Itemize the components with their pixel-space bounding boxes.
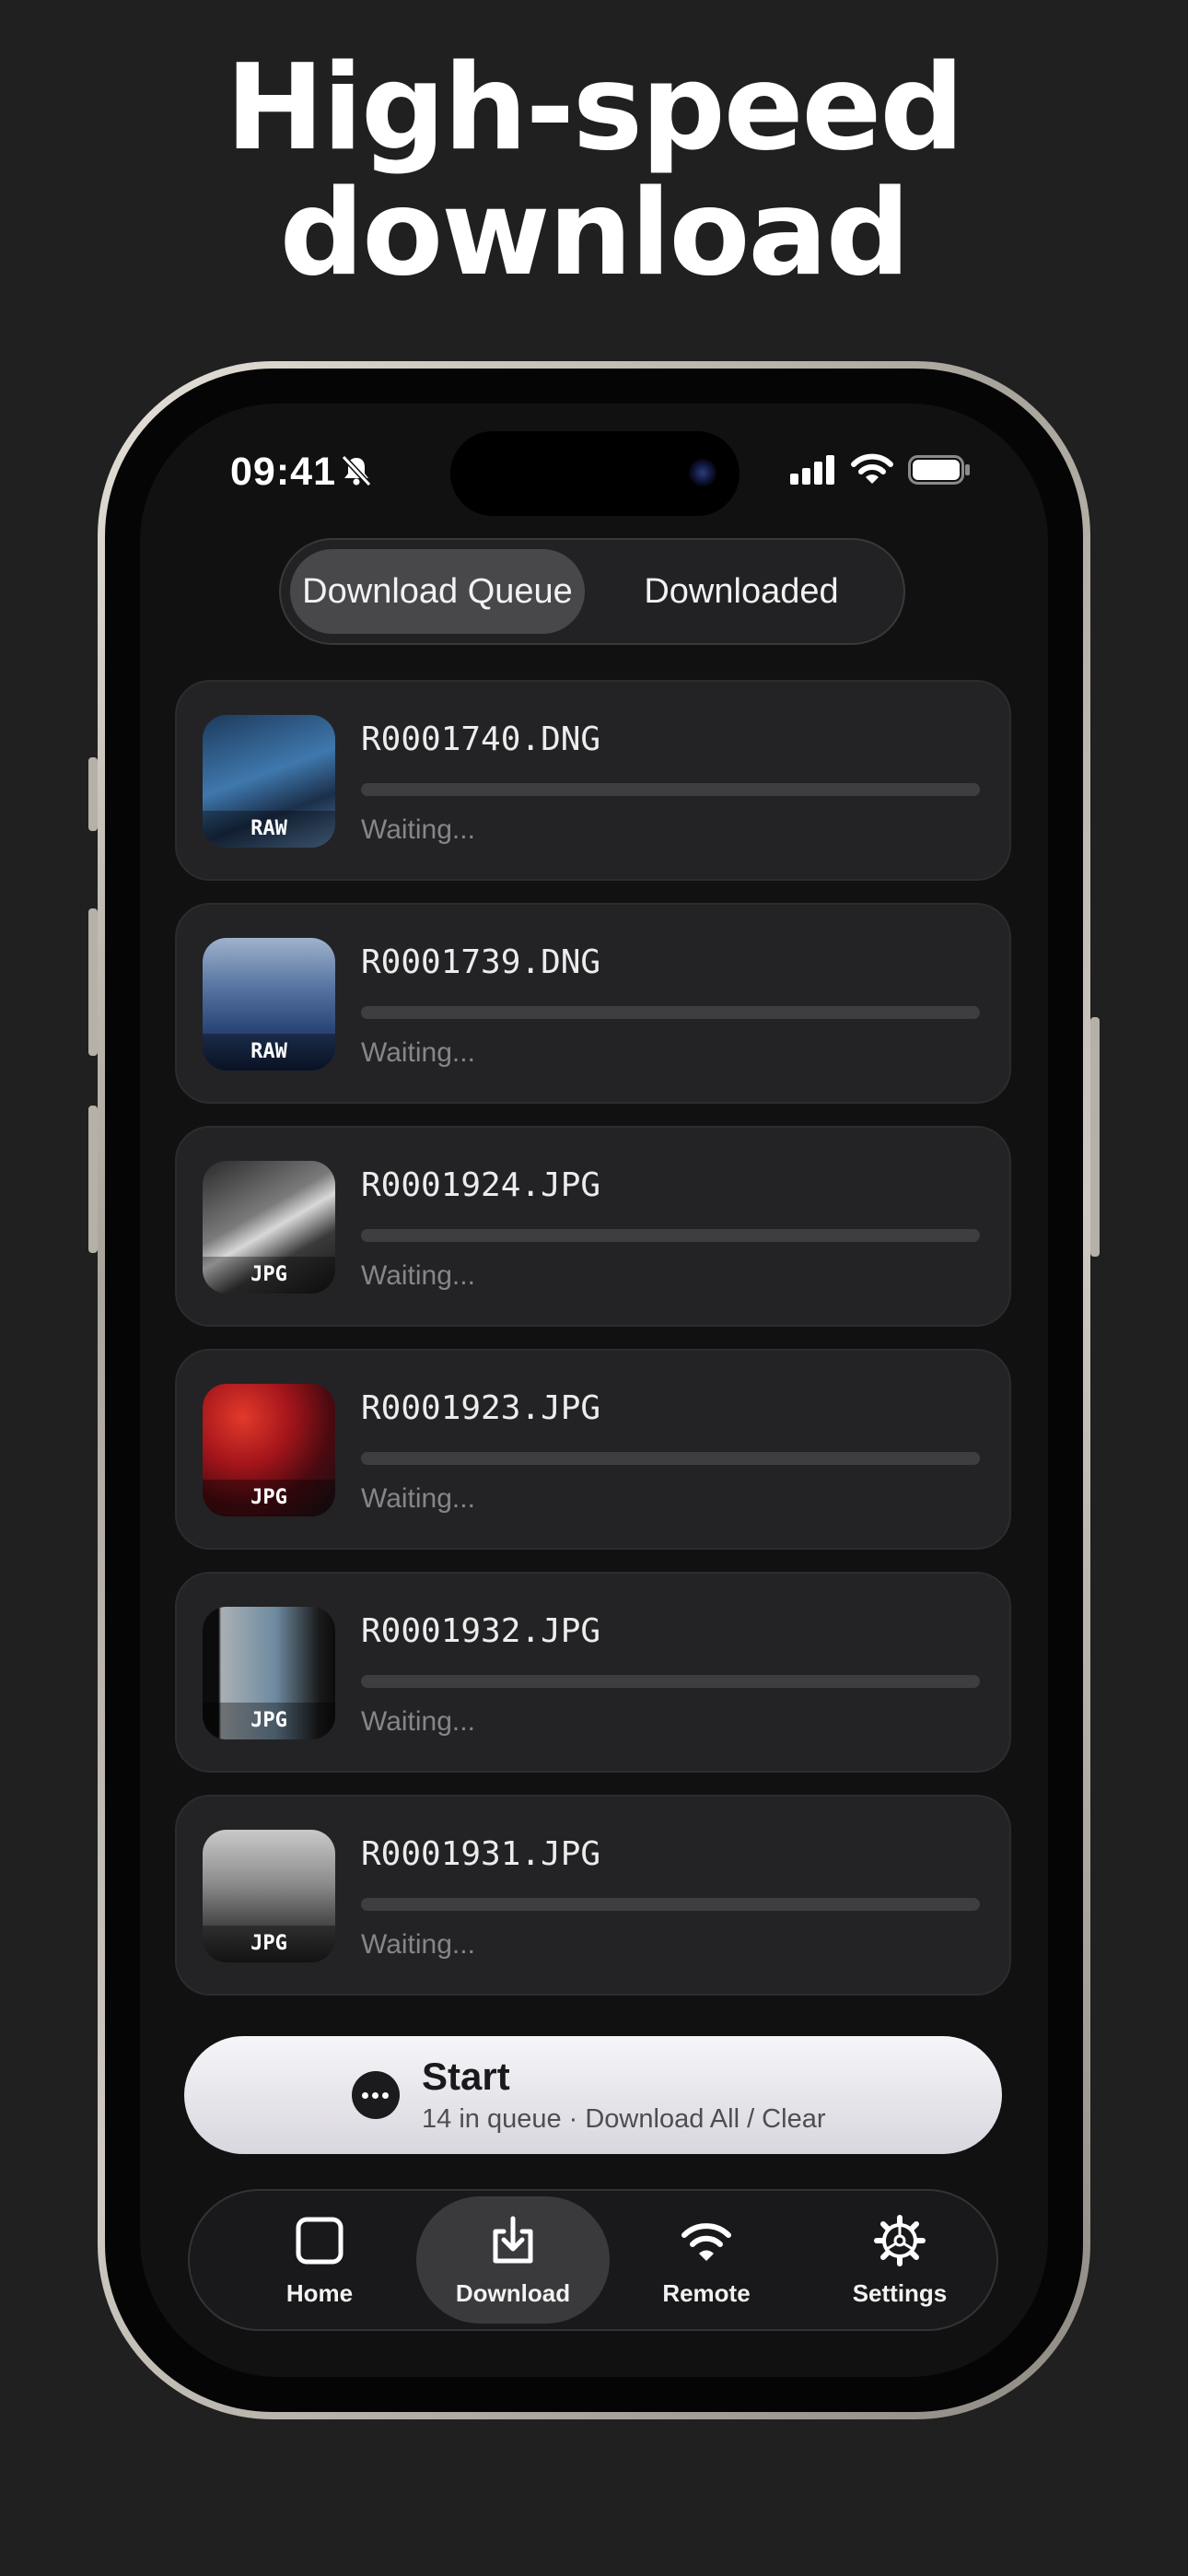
wifi-icon <box>681 2223 731 2261</box>
queue-item[interactable]: RAW R0001739.DNG Waiting... <box>175 903 1011 1104</box>
queue-item[interactable]: RAW R0001740.DNG Waiting... <box>175 680 1011 881</box>
file-name: R0001931.JPG <box>361 1835 601 1873</box>
file-name: R0001739.DNG <box>361 943 601 981</box>
tab-label: Download <box>455 2279 571 2307</box>
tab-remote[interactable]: Remote <box>610 2196 803 2324</box>
status-text: Waiting... <box>361 1260 475 1291</box>
file-type-badge: JPG <box>203 1703 335 1739</box>
progress-bar <box>361 1675 980 1688</box>
photo-thumbnail: JPG <box>203 1607 335 1739</box>
file-name: R0001740.DNG <box>361 720 601 758</box>
file-type-badge: RAW <box>203 1034 335 1071</box>
camera-lens <box>689 459 716 486</box>
progress-bar <box>361 1452 980 1465</box>
tab-download[interactable]: Download <box>416 2196 610 2324</box>
file-type-badge: JPG <box>203 1257 335 1294</box>
gear-icon <box>874 2215 926 2266</box>
phone-screen: 09:41 Download Queue Downloaded RAW R000… <box>140 404 1048 2377</box>
headline-line-2: download <box>279 165 911 302</box>
segmented-control: Download Queue Downloaded <box>279 538 905 645</box>
action-button <box>88 757 98 831</box>
queue-item[interactable]: JPG R0001923.JPG Waiting... <box>175 1349 1011 1550</box>
status-text: Waiting... <box>361 1929 475 1960</box>
file-name: R0001923.JPG <box>361 1389 601 1427</box>
segment-downloaded[interactable]: Downloaded <box>594 540 889 643</box>
tab-label: Settings <box>852 2279 948 2307</box>
file-type-badge: JPG <box>203 1926 335 1962</box>
cellular-signal-icon <box>790 455 834 485</box>
progress-bar <box>361 783 980 796</box>
battery-icon <box>908 455 970 485</box>
status-text: Waiting... <box>361 1483 475 1514</box>
progress-bar <box>361 1006 980 1019</box>
bell-slash-icon <box>341 454 372 487</box>
status-text: Waiting... <box>361 814 475 845</box>
more-icon[interactable] <box>352 2071 400 2119</box>
tab-bar: Home Download Remote Settings <box>188 2189 998 2331</box>
progress-bar <box>361 1229 980 1242</box>
photo-thumbnail: RAW <box>203 715 335 848</box>
start-download-bar[interactable]: Start 14 in queue · Download All / Clear <box>184 2036 1002 2154</box>
status-text: Waiting... <box>361 1706 475 1737</box>
tab-label: Home <box>285 2279 354 2307</box>
start-title: Start <box>422 2055 510 2098</box>
segment-download-queue[interactable]: Download Queue <box>290 540 585 643</box>
headline-line-1: High-speed <box>226 40 964 177</box>
power-button <box>1090 1017 1100 1257</box>
progress-bar <box>361 1898 980 1911</box>
status-text: Waiting... <box>361 1037 475 1068</box>
photo-thumbnail: JPG <box>203 1384 335 1516</box>
volume-down-button <box>88 1106 98 1253</box>
tab-settings[interactable]: Settings <box>803 2196 996 2324</box>
volume-up-button <box>88 908 98 1056</box>
download-tray-icon <box>493 2216 533 2264</box>
file-type-badge: RAW <box>203 811 335 848</box>
tab-label: Remote <box>662 2279 751 2307</box>
photo-thumbnail: JPG <box>203 1830 335 1962</box>
queue-item[interactable]: JPG R0001924.JPG Waiting... <box>175 1126 1011 1327</box>
photo-thumbnail: RAW <box>203 938 335 1071</box>
square-icon <box>296 2217 344 2265</box>
file-type-badge: JPG <box>203 1480 335 1516</box>
status-time: 09:41 <box>230 450 336 494</box>
photo-thumbnail: JPG <box>203 1161 335 1294</box>
wifi-status-icon <box>851 453 893 484</box>
start-subtitle: 14 in queue · Download All / Clear <box>422 2104 826 2134</box>
file-name: R0001924.JPG <box>361 1166 601 1204</box>
queue-item[interactable]: JPG R0001931.JPG Waiting... <box>175 1795 1011 1996</box>
queue-item[interactable]: JPG R0001932.JPG Waiting... <box>175 1572 1011 1773</box>
tab-home[interactable]: Home <box>223 2196 416 2324</box>
headline: High-speed download <box>0 46 1188 297</box>
file-name: R0001932.JPG <box>361 1612 601 1650</box>
